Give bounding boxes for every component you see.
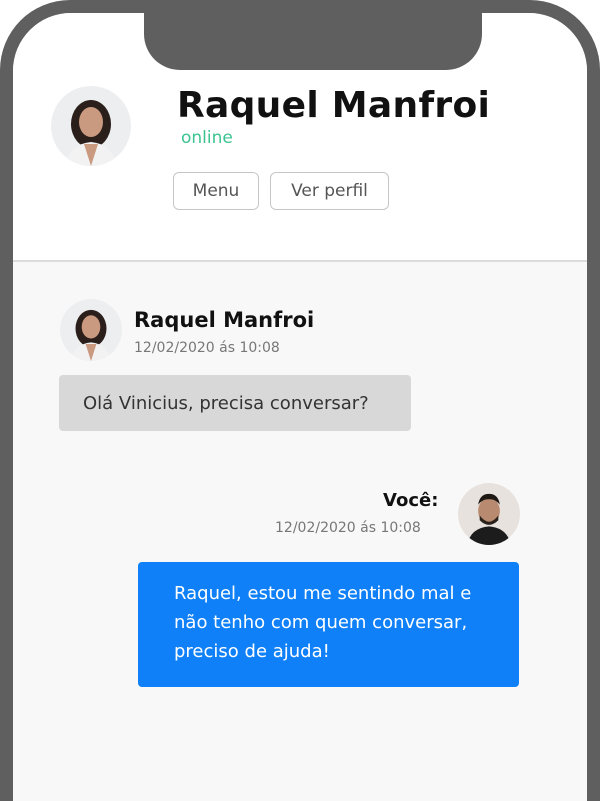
outgoing-message-bubble: Raquel, estou me sentindo mal e não tenh… (138, 562, 519, 687)
status-label: online (181, 128, 233, 148)
phone-notch (144, 13, 482, 70)
sender-avatar (60, 299, 122, 361)
view-profile-button[interactable]: Ver perfil (270, 172, 389, 210)
menu-button[interactable]: Menu (173, 172, 259, 210)
message-timestamp: 12/02/2020 ás 10:08 (134, 340, 280, 356)
contact-avatar[interactable] (51, 86, 131, 166)
chat-screen: Raquel Manfroi online Menu Ver perfil Ra… (13, 13, 587, 801)
message-timestamp-self: 12/02/2020 ás 10:08 (275, 520, 421, 536)
contact-name: Raquel Manfroi (177, 85, 491, 126)
user-avatar (458, 483, 520, 545)
incoming-message-bubble: Olá Vinicius, precisa conversar? (59, 375, 411, 431)
phone-frame: Raquel Manfroi online Menu Ver perfil Ra… (0, 0, 600, 801)
message-sender-name-self: Você: (383, 490, 439, 511)
message-sender-name: Raquel Manfroi (134, 308, 315, 332)
